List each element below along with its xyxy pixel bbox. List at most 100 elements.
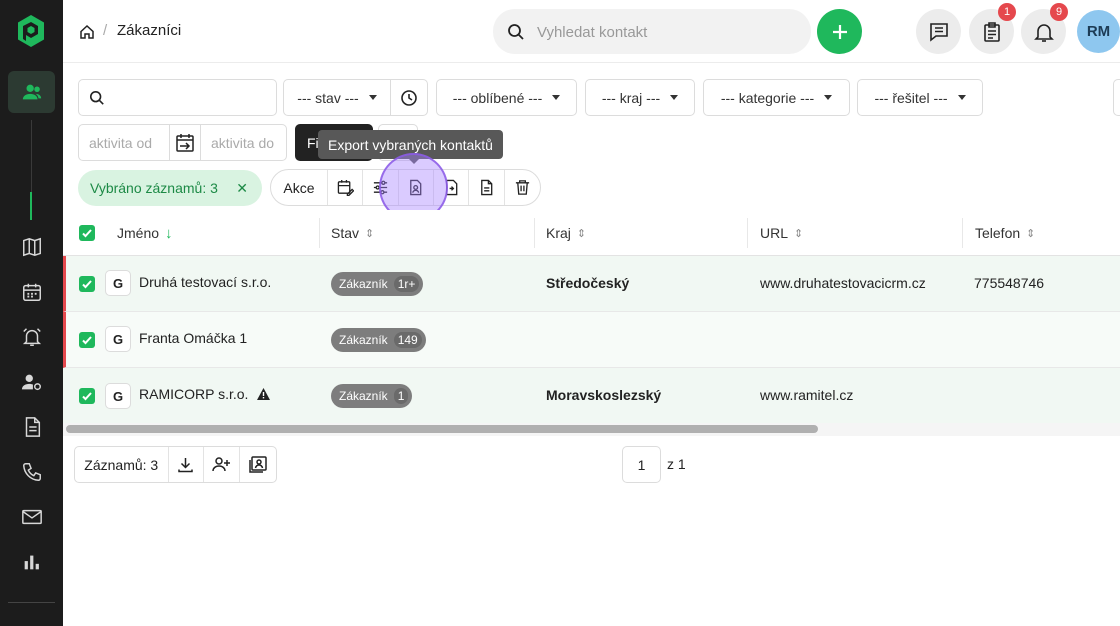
- column-header-phone[interactable]: Telefon ⇕: [975, 210, 1035, 256]
- contact-name: RAMICORP s.r.o.: [139, 386, 249, 402]
- phone-icon: [22, 463, 41, 481]
- column-header-status[interactable]: Stav ⇕: [331, 210, 374, 256]
- search-icon: [508, 24, 524, 40]
- search-input[interactable]: [537, 21, 797, 43]
- google-logo-icon: G: [105, 270, 131, 296]
- sidebar-divider: [8, 602, 55, 603]
- activity-to-input[interactable]: [201, 134, 285, 151]
- column-header-url[interactable]: URL ⇕: [760, 210, 803, 256]
- notifications-button[interactable]: 9: [1021, 3, 1068, 54]
- url-cell[interactable]: www.druhatestovacicrm.cz: [760, 275, 926, 291]
- delete-selected-button[interactable]: [505, 170, 540, 205]
- region-cell: Moravskoslezský: [546, 387, 662, 403]
- sort-arrow-down-icon: ↓: [165, 224, 173, 242]
- column-header-phone-label: Telefon: [975, 225, 1021, 241]
- app-logo[interactable]: [16, 14, 46, 48]
- status-history-button[interactable]: [390, 79, 428, 116]
- home-icon[interactable]: [79, 24, 95, 40]
- sidebar-item-mail[interactable]: [8, 496, 55, 538]
- check-icon: [82, 280, 92, 289]
- messages-button[interactable]: [916, 9, 961, 54]
- map-icon: [22, 237, 41, 257]
- table-row[interactable]: G RAMICORP s.r.o. Zákazník 1 Moravskosle…: [63, 368, 1120, 424]
- sidebar-item-reminders[interactable]: [8, 316, 55, 358]
- notifications-badge: 9: [1050, 3, 1068, 21]
- bulk-edit-date-button[interactable]: [328, 170, 364, 205]
- status-count: 1: [393, 388, 409, 404]
- phone-cell[interactable]: 775548746: [974, 275, 1044, 291]
- row-checkbox[interactable]: [79, 276, 95, 292]
- sidebar-item-statistics[interactable]: [8, 541, 55, 583]
- date-range-toggle[interactable]: [169, 125, 201, 160]
- top-header: / Zákazníci 1 9 RM: [63, 0, 1120, 63]
- text-filter[interactable]: [78, 79, 277, 116]
- column-header-name[interactable]: Jméno ↓: [117, 210, 173, 256]
- category-filter-select[interactable]: --- kategorie ---: [703, 79, 850, 116]
- sidebar-item-contacts[interactable]: [8, 71, 55, 113]
- status-badge: Zákazník 1r+: [331, 272, 424, 296]
- calendar-edit-icon: [337, 179, 354, 196]
- table-row[interactable]: G Druhá testovací s.r.o. Zákazník 1r+ St…: [63, 256, 1120, 312]
- user-plus-icon: [212, 457, 231, 472]
- mail-icon: [21, 509, 42, 525]
- contact-name-link[interactable]: Franta Omáčka 1: [139, 330, 247, 346]
- status-filter-select[interactable]: --- stav ---: [283, 79, 391, 116]
- add-person-button[interactable]: [204, 447, 241, 482]
- check-icon: [82, 336, 92, 345]
- horizontal-scrollbar-thumb[interactable]: [66, 425, 818, 433]
- chevron-down-icon: [552, 95, 561, 100]
- activity-from-input[interactable]: [79, 134, 169, 151]
- check-icon: [82, 229, 92, 238]
- page-total: z 1: [667, 456, 686, 472]
- assignee-filter-select[interactable]: --- řešitel ---: [857, 79, 983, 116]
- records-toolbar: Záznamů: 3: [74, 446, 277, 483]
- sidebar-item-user-settings[interactable]: [8, 361, 55, 403]
- avatar[interactable]: RM: [1077, 10, 1120, 53]
- status-label: Zákazník: [339, 389, 388, 403]
- url-cell[interactable]: www.ramitel.cz: [760, 387, 853, 403]
- search-box: [493, 9, 811, 54]
- status-count: 1r+: [393, 276, 420, 292]
- sidebar-item-calendar[interactable]: [8, 271, 55, 313]
- clear-selection-icon[interactable]: ✕: [236, 180, 248, 197]
- clock-icon: [401, 89, 417, 106]
- add-contact-button[interactable]: [817, 9, 862, 54]
- column-header-status-label: Stav: [331, 225, 360, 241]
- row-checkbox[interactable]: [79, 388, 95, 404]
- contacts-icon: [22, 84, 41, 100]
- page-number-input[interactable]: 1: [622, 446, 661, 483]
- sidebar-item-map[interactable]: [8, 226, 55, 268]
- column-divider: [962, 218, 963, 248]
- records-count: Záznamů: 3: [75, 447, 169, 482]
- user-settings-icon: [21, 374, 41, 391]
- sidebar-item-documents[interactable]: [8, 406, 55, 448]
- contact-name-link[interactable]: Druhá testovací s.r.o.: [139, 274, 271, 290]
- select-all-checkbox[interactable]: [79, 225, 95, 241]
- favorites-filter-select[interactable]: --- oblíbené ---: [436, 79, 577, 116]
- column-header-region[interactable]: Kraj ⇕: [546, 210, 586, 256]
- column-divider: [534, 218, 535, 248]
- row-checkbox[interactable]: [79, 332, 95, 348]
- region-filter-select[interactable]: --- kraj ---: [585, 79, 695, 116]
- download-icon: [178, 458, 194, 473]
- category-filter-label: --- kategorie ---: [720, 89, 815, 106]
- contact-name-link[interactable]: RAMICORP s.r.o.: [139, 386, 271, 402]
- favorites-filter-label: --- oblíbené ---: [452, 89, 543, 106]
- bell-icon: [1033, 23, 1054, 42]
- warning-icon: [257, 388, 271, 400]
- bar-chart-icon: [24, 555, 39, 570]
- download-button[interactable]: [169, 447, 205, 482]
- activity-date-range: [78, 124, 287, 161]
- table-row[interactable]: G Franta Omáčka 1 Zákazník 149: [63, 312, 1120, 368]
- status-badge: Zákazník 149: [331, 328, 426, 352]
- sort-icon: ⇕: [1026, 227, 1036, 240]
- contact-name: Druhá testovací s.r.o.: [139, 274, 272, 290]
- selected-records-chip: Vybráno záznamů: 3 ✕: [78, 170, 262, 206]
- more-filters-edge[interactable]: [1113, 79, 1120, 116]
- sidebar-item-phone[interactable]: [8, 451, 55, 493]
- tasks-button[interactable]: 1: [969, 3, 1016, 54]
- contact-card-button[interactable]: [240, 447, 276, 482]
- sidebar: [0, 0, 63, 626]
- document-button[interactable]: [469, 170, 505, 205]
- google-logo-icon: G: [105, 383, 131, 409]
